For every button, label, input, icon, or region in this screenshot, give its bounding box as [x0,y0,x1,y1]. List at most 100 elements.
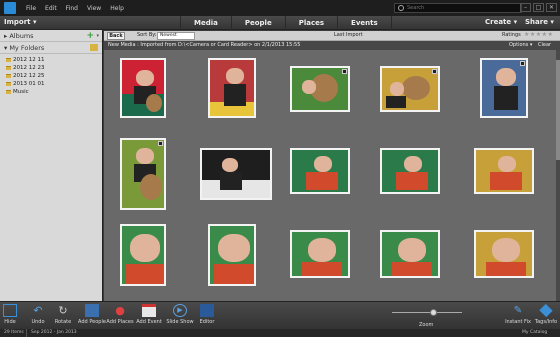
play-icon: ▶ [173,304,187,317]
create-button[interactable]: Create ▾ [485,18,517,26]
maximize-button[interactable]: □ [533,3,544,12]
window-controls: – □ ✕ [518,3,557,12]
photo-thumbnail[interactable] [290,230,350,278]
photo-thumbnail[interactable] [480,58,528,118]
calendar-icon [142,304,156,317]
share-button[interactable]: Share ▾ [525,18,554,26]
photo-thumbnail[interactable] [380,230,440,278]
filter-info-bar: New Media : Imported from D:\<Camera or … [104,41,560,50]
instant-fix-button[interactable]: ✎ Instant Fix [504,304,532,325]
stack-icon[interactable] [158,141,163,146]
folder-item[interactable]: 2012 12 23 [0,64,102,72]
tag-icon [539,303,553,318]
search-box[interactable] [394,3,522,13]
hide-button[interactable]: Hide [2,304,18,325]
photo-thumbnail[interactable] [120,138,166,210]
grid-scrollbar[interactable] [556,50,560,301]
folder-item[interactable]: Music [0,88,102,96]
zoom-label: Zoom [419,322,434,328]
editor-icon [200,304,214,317]
folder-item[interactable]: 2012 12 25 [0,72,102,80]
my-folders-header[interactable]: ▾ My Folders [0,42,102,54]
instant-fix-label: Instant Fix [505,319,531,325]
photo-thumbnail[interactable] [200,148,272,200]
zoom-slider-thumb[interactable] [430,309,437,316]
date-range: Sep 2012 - Jan 2013 [26,329,77,337]
sort-bar: Back Sort By: Newest Last Import Ratings… [104,31,560,41]
tags-info-label: Tags/Info [534,319,558,325]
albums-header[interactable]: ▸ Albums + ▾ [0,30,102,42]
add-event-label: Add Event [136,319,162,325]
folder-icon [6,58,11,62]
menu-edit[interactable]: Edit [45,5,57,12]
last-import-label: Last Import [334,32,363,38]
menu-view[interactable]: View [87,5,101,12]
add-places-label: Add Places [106,319,134,325]
menu-help[interactable]: Help [110,5,124,12]
back-button[interactable]: Back [107,32,125,40]
add-people-icon [85,304,99,317]
folder-item[interactable]: 2013 01 01 [0,80,102,88]
tab-media[interactable]: Media [180,16,231,30]
photo-thumbnail[interactable] [380,148,440,194]
rating-stars[interactable]: ★★★★★ [524,31,553,38]
photo-thumbnail[interactable] [290,66,350,112]
chevron-down-icon[interactable]: ▾ [96,30,99,42]
rotate-label: Rotate [54,319,72,325]
folder-item[interactable]: 2012 12 11 [0,56,102,64]
stack-icon[interactable] [432,69,437,74]
undo-icon: ↶ [33,304,43,317]
photo-thumbnail[interactable] [208,224,256,286]
folder-icon [6,82,11,86]
zoom-slider[interactable] [392,312,462,313]
clear-button[interactable]: Clear [538,42,551,48]
rotate-icon: ↻ [58,304,68,317]
slide-show-button[interactable]: ▶ Slide Show [166,304,194,325]
stack-icon[interactable] [342,69,347,74]
options-button[interactable]: Options ▾ [509,42,532,48]
add-places-button[interactable]: ● Add Places [106,304,134,325]
wrench-icon: ✎ [513,305,523,316]
scrollbar-thumb[interactable] [556,60,560,160]
search-input[interactable] [407,4,517,12]
photo-thumbnail[interactable] [380,66,440,112]
stack-icon[interactable] [520,61,525,66]
photo-thumbnail[interactable] [208,58,256,118]
photo-thumbnail[interactable] [474,230,534,278]
item-count: 29 Items [4,330,24,335]
folder-icon [6,66,11,70]
add-album-icon[interactable]: + [86,30,94,42]
undo-label: Undo [31,319,45,325]
tab-people[interactable]: People [230,16,285,30]
folder-icon [6,90,11,94]
menu-find[interactable]: Find [66,5,78,12]
add-event-button[interactable]: Add Event [136,304,162,325]
undo-button[interactable]: ↶ Undo [28,304,48,325]
minimize-button[interactable]: – [520,3,531,12]
photo-thumbnail[interactable] [290,148,350,194]
folder-label: 2012 12 11 [13,57,45,63]
catalog-name[interactable]: My Catalog [522,329,547,337]
menu-file[interactable]: File [26,5,36,12]
add-people-button[interactable]: Add People [78,304,106,325]
editor-button[interactable]: Editor [196,304,218,325]
rotate-button[interactable]: ↻ Rotate [52,304,74,325]
media-grid [104,50,556,301]
photo-thumbnail[interactable] [120,58,166,118]
close-button[interactable]: ✕ [546,3,557,12]
app-logo [4,2,16,14]
photo-thumbnail[interactable] [120,224,166,286]
menu-bar: File Edit Find View Help [26,5,133,12]
photo-thumbnail[interactable] [474,148,534,194]
import-path-text: New Media : Imported from D:\<Camera or … [108,42,301,48]
folder-label: 2012 12 23 [13,65,45,71]
folder-view-icon[interactable] [90,44,98,51]
ratings-label: Ratings [502,32,521,38]
add-people-label: Add People [78,319,106,325]
main-toolbar: Import ▾ Media People Places Events Crea… [0,16,560,30]
tab-places[interactable]: Places [284,16,337,30]
tab-events[interactable]: Events [337,16,392,30]
tags-info-button[interactable]: Tags/Info [532,303,560,325]
sort-by-select[interactable]: Newest [157,32,195,40]
import-button[interactable]: Import ▾ [4,18,36,26]
